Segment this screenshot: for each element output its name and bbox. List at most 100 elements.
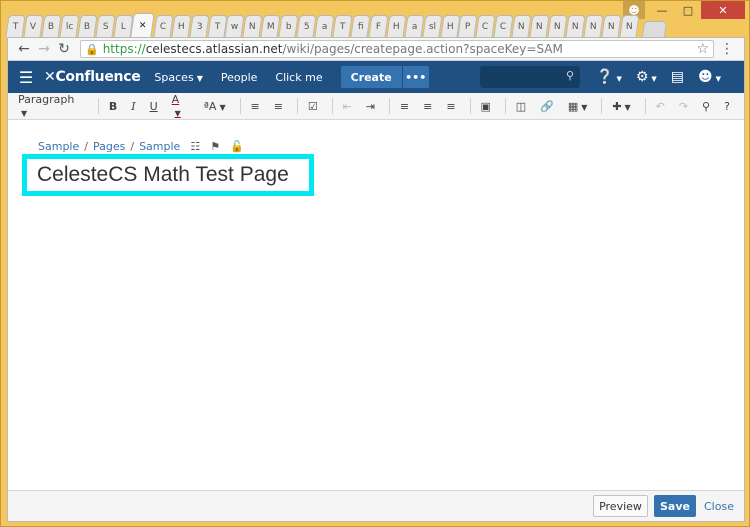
maximize-button[interactable]: □ <box>675 1 701 19</box>
browser-tab[interactable]: N <box>511 15 532 37</box>
browser-tab[interactable]: H <box>171 15 192 37</box>
browser-tab[interactable]: N <box>547 15 568 37</box>
bullet-list-icon[interactable]: ≡ <box>251 100 260 113</box>
numbered-list-icon[interactable]: ≡ <box>274 100 283 113</box>
redo-icon[interactable]: ↷ <box>679 100 688 113</box>
toolbar-divider <box>469 98 471 114</box>
browser-tab[interactable]: B <box>77 15 98 37</box>
insert-link-icon[interactable]: 🔗 <box>540 100 554 113</box>
save-button[interactable]: Save <box>654 495 696 517</box>
back-icon[interactable]: ← <box>14 41 34 57</box>
align-left-icon[interactable]: ≡ <box>400 100 409 113</box>
browser-tab[interactable]: fi <box>350 15 371 37</box>
search-input[interactable]: ⚲ <box>480 66 580 88</box>
url-input[interactable]: 🔒 https:// celestecs.atlassian.net /wiki… <box>80 40 714 58</box>
browser-tab[interactable]: C <box>493 15 514 37</box>
browser-tab[interactable]: B <box>41 15 62 37</box>
header-icons: ❔ ▼ ⚙ ▼ ▤ ☻ ▼ <box>596 61 735 93</box>
chevron-down-icon: ▼ <box>196 73 203 83</box>
breadcrumb-item-sample-2[interactable]: Sample <box>139 140 180 153</box>
browser-tab[interactable]: 5 <box>296 15 317 37</box>
browser-tab[interactable]: M <box>260 15 281 37</box>
editor-toolbar: Paragraph ▼ B I U A ▼ ªA ▼ ≡ ≡ ☑ ⇤ ⇥ ≡ ≡ … <box>8 93 744 120</box>
browser-tab[interactable]: N <box>601 15 622 37</box>
help-shortcuts-icon[interactable]: ? <box>724 100 730 113</box>
browser-tab[interactable]: 3 <box>189 15 210 37</box>
task-list-icon[interactable]: ☑ <box>308 100 318 113</box>
text-color-button[interactable]: A ▼ <box>172 93 190 119</box>
confluence-header: ☰ ✕Confluence Spaces ▼ People Click me Cr… <box>8 61 744 93</box>
browser-tab[interactable]: b <box>278 15 299 37</box>
toolbar-divider <box>601 98 603 114</box>
insert-more-icon[interactable]: ✚ ▼ <box>612 100 630 113</box>
paragraph-style-select[interactable]: Paragraph ▼ <box>18 93 80 119</box>
browser-tab[interactable]: F <box>368 15 389 37</box>
browser-tab[interactable]: T <box>332 15 353 37</box>
editor-footer: Preview Save Close <box>8 490 744 521</box>
confluence-logo[interactable]: ✕Confluence <box>44 69 141 85</box>
insert-image-icon[interactable]: ◫ <box>516 100 526 113</box>
browser-tab[interactable]: sl <box>422 15 443 37</box>
logo-x-icon: ✕ <box>44 69 56 85</box>
browser-tab[interactable]: C <box>153 15 174 37</box>
preview-button[interactable]: Preview <box>593 495 648 517</box>
browser-tab[interactable]: a <box>314 15 335 37</box>
browser-tab[interactable]: S <box>95 15 116 37</box>
nav-spaces[interactable]: Spaces ▼ <box>154 71 202 84</box>
help-icon[interactable]: ❔ ▼ <box>596 69 622 85</box>
breadcrumb-item-pages[interactable]: Pages <box>93 140 125 153</box>
breadcrumb-item-sample[interactable]: Sample <box>38 140 79 153</box>
toolbar-divider <box>644 98 646 114</box>
app-switcher-icon[interactable]: ☰ <box>8 68 44 87</box>
close-link[interactable]: Close <box>704 500 734 513</box>
unlock-icon[interactable]: 🔓 <box>230 140 244 153</box>
create-more-button[interactable]: ••• <box>402 66 429 88</box>
browser-tab[interactable]: a <box>404 15 425 37</box>
new-tab-button[interactable] <box>641 21 667 37</box>
browser-tab[interactable]: lc <box>59 15 80 37</box>
browser-tab[interactable]: N <box>583 15 604 37</box>
address-bar: ← → ↻ 🔒 https:// celestecs.atlassian.net… <box>8 38 744 61</box>
browser-tab[interactable]: H <box>386 15 407 37</box>
editor-content[interactable]: Sample / Pages / Sample ☷ ⚑ 🔓 CelesteCS … <box>8 120 744 488</box>
nav-click-me[interactable]: Click me <box>275 71 322 84</box>
browser-menu-icon[interactable]: ⋮ <box>720 41 734 57</box>
label-tag-icon[interactable]: ⚑ <box>210 140 220 153</box>
align-center-icon[interactable]: ≡ <box>423 100 432 113</box>
italic-button[interactable]: I <box>131 100 135 113</box>
browser-tab[interactable]: N <box>619 15 640 37</box>
underline-button[interactable]: U <box>150 100 158 113</box>
close-window-button[interactable]: ✕ <box>701 1 745 19</box>
create-button[interactable]: Create <box>340 66 402 88</box>
insert-table-icon[interactable]: ▦ ▼ <box>568 100 588 113</box>
browser-tab[interactable]: T <box>5 15 26 37</box>
page-layout-icon[interactable]: ▣ <box>480 100 490 113</box>
gear-icon[interactable]: ⚙ ▼ <box>636 69 657 85</box>
forward-icon[interactable]: → <box>34 41 54 57</box>
user-avatar-icon[interactable]: ☻ ▼ <box>698 69 721 85</box>
browser-tab[interactable]: N <box>529 15 550 37</box>
bookmark-star-icon[interactable]: ☆ <box>696 41 709 57</box>
align-right-icon[interactable]: ≡ <box>446 100 455 113</box>
undo-icon[interactable]: ↶ <box>656 100 665 113</box>
notifications-icon[interactable]: ▤ <box>671 69 684 85</box>
search-icon: ⚲ <box>565 69 574 82</box>
toolbar-divider <box>239 98 241 114</box>
outdent-icon[interactable]: ⇤ <box>343 100 352 113</box>
tab-strip: T V Blc B S L ✕ C H 3 Tw N Mb 5 a Tfi F Ha sl H P C C N N N N N N N <box>5 13 667 37</box>
indent-icon[interactable]: ⇥ <box>366 100 375 113</box>
reload-icon[interactable]: ↻ <box>54 41 74 57</box>
browser-tab[interactable]: V <box>23 15 44 37</box>
browser-tab[interactable]: N <box>565 15 586 37</box>
bold-button[interactable]: B <box>109 100 117 113</box>
nav-people[interactable]: People <box>221 71 258 84</box>
browser-window: ☻ — □ ✕ T V Blc B S L ✕ C H 3 Tw N Mb 5 a Tfi F Ha sl H P C C N… <box>0 0 750 527</box>
find-replace-icon[interactable]: ⚲ <box>702 100 710 113</box>
page-title-input[interactable]: CelesteCS Math Test Page <box>22 154 314 196</box>
browser-tab-active[interactable]: ✕ <box>130 13 156 37</box>
page-tree-icon[interactable]: ☷ <box>190 140 200 153</box>
chevron-down-icon: ▼ <box>21 109 28 118</box>
url-scheme: https:// <box>102 42 146 56</box>
url-host: celestecs.atlassian.net <box>145 42 283 56</box>
more-formatting-button[interactable]: ªA ▼ <box>204 100 226 113</box>
